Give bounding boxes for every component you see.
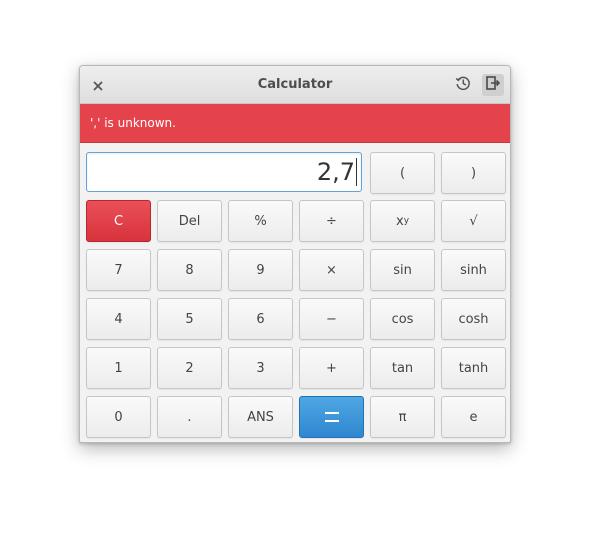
equals-icon bbox=[324, 412, 339, 422]
e-button[interactable]: e bbox=[441, 396, 506, 438]
sinh-button[interactable]: sinh bbox=[441, 249, 506, 291]
digit-3-button[interactable]: 3 bbox=[228, 347, 293, 389]
power-base-label: x bbox=[395, 213, 404, 229]
titlebar: Calculator bbox=[80, 66, 510, 104]
pi-button[interactable]: π bbox=[370, 396, 435, 438]
square-root-button[interactable]: √ bbox=[441, 200, 506, 242]
sin-button[interactable]: sin bbox=[370, 249, 435, 291]
divide-button[interactable]: ÷ bbox=[299, 200, 364, 242]
open-paren-button[interactable]: ( bbox=[370, 152, 435, 194]
digit-1-button[interactable]: 1 bbox=[86, 347, 151, 389]
close-paren-button[interactable]: ) bbox=[441, 152, 506, 194]
error-infobar: ',' is unknown. bbox=[80, 104, 510, 143]
history-button[interactable] bbox=[452, 74, 474, 96]
calculator-window: Calculator ',' is unknown. 2,7 ( ) C Del bbox=[79, 65, 511, 443]
delete-button[interactable]: Del bbox=[157, 200, 222, 242]
expression-entry[interactable]: 2,7 bbox=[86, 152, 362, 192]
digit-4-button[interactable]: 4 bbox=[86, 298, 151, 340]
plus-button[interactable]: + bbox=[299, 347, 364, 389]
digit-6-button[interactable]: 6 bbox=[228, 298, 293, 340]
minus-button[interactable]: − bbox=[299, 298, 364, 340]
history-icon bbox=[455, 75, 471, 95]
digit-2-button[interactable]: 2 bbox=[157, 347, 222, 389]
exit-panel-icon bbox=[485, 75, 501, 95]
digit-0-button[interactable]: 0 bbox=[86, 396, 151, 438]
decimal-point-button[interactable]: . bbox=[157, 396, 222, 438]
percent-button[interactable]: % bbox=[228, 200, 293, 242]
digit-5-button[interactable]: 5 bbox=[157, 298, 222, 340]
tanh-button[interactable]: tanh bbox=[441, 347, 506, 389]
entry-value: 2,7 bbox=[316, 158, 355, 186]
text-caret bbox=[356, 158, 357, 186]
extended-mode-button[interactable] bbox=[482, 74, 504, 96]
power-button[interactable]: xy bbox=[370, 200, 435, 242]
digit-7-button[interactable]: 7 bbox=[86, 249, 151, 291]
equals-button[interactable] bbox=[299, 396, 364, 438]
cosh-button[interactable]: cosh bbox=[441, 298, 506, 340]
tan-button[interactable]: tan bbox=[370, 347, 435, 389]
multiply-button[interactable]: × bbox=[299, 249, 364, 291]
window-title: Calculator bbox=[257, 77, 333, 92]
digit-9-button[interactable]: 9 bbox=[228, 249, 293, 291]
digit-8-button[interactable]: 8 bbox=[157, 249, 222, 291]
ans-button[interactable]: ANS bbox=[228, 396, 293, 438]
cos-button[interactable]: cos bbox=[370, 298, 435, 340]
power-exponent-label: y bbox=[403, 216, 410, 226]
clear-button[interactable]: C bbox=[86, 200, 151, 242]
